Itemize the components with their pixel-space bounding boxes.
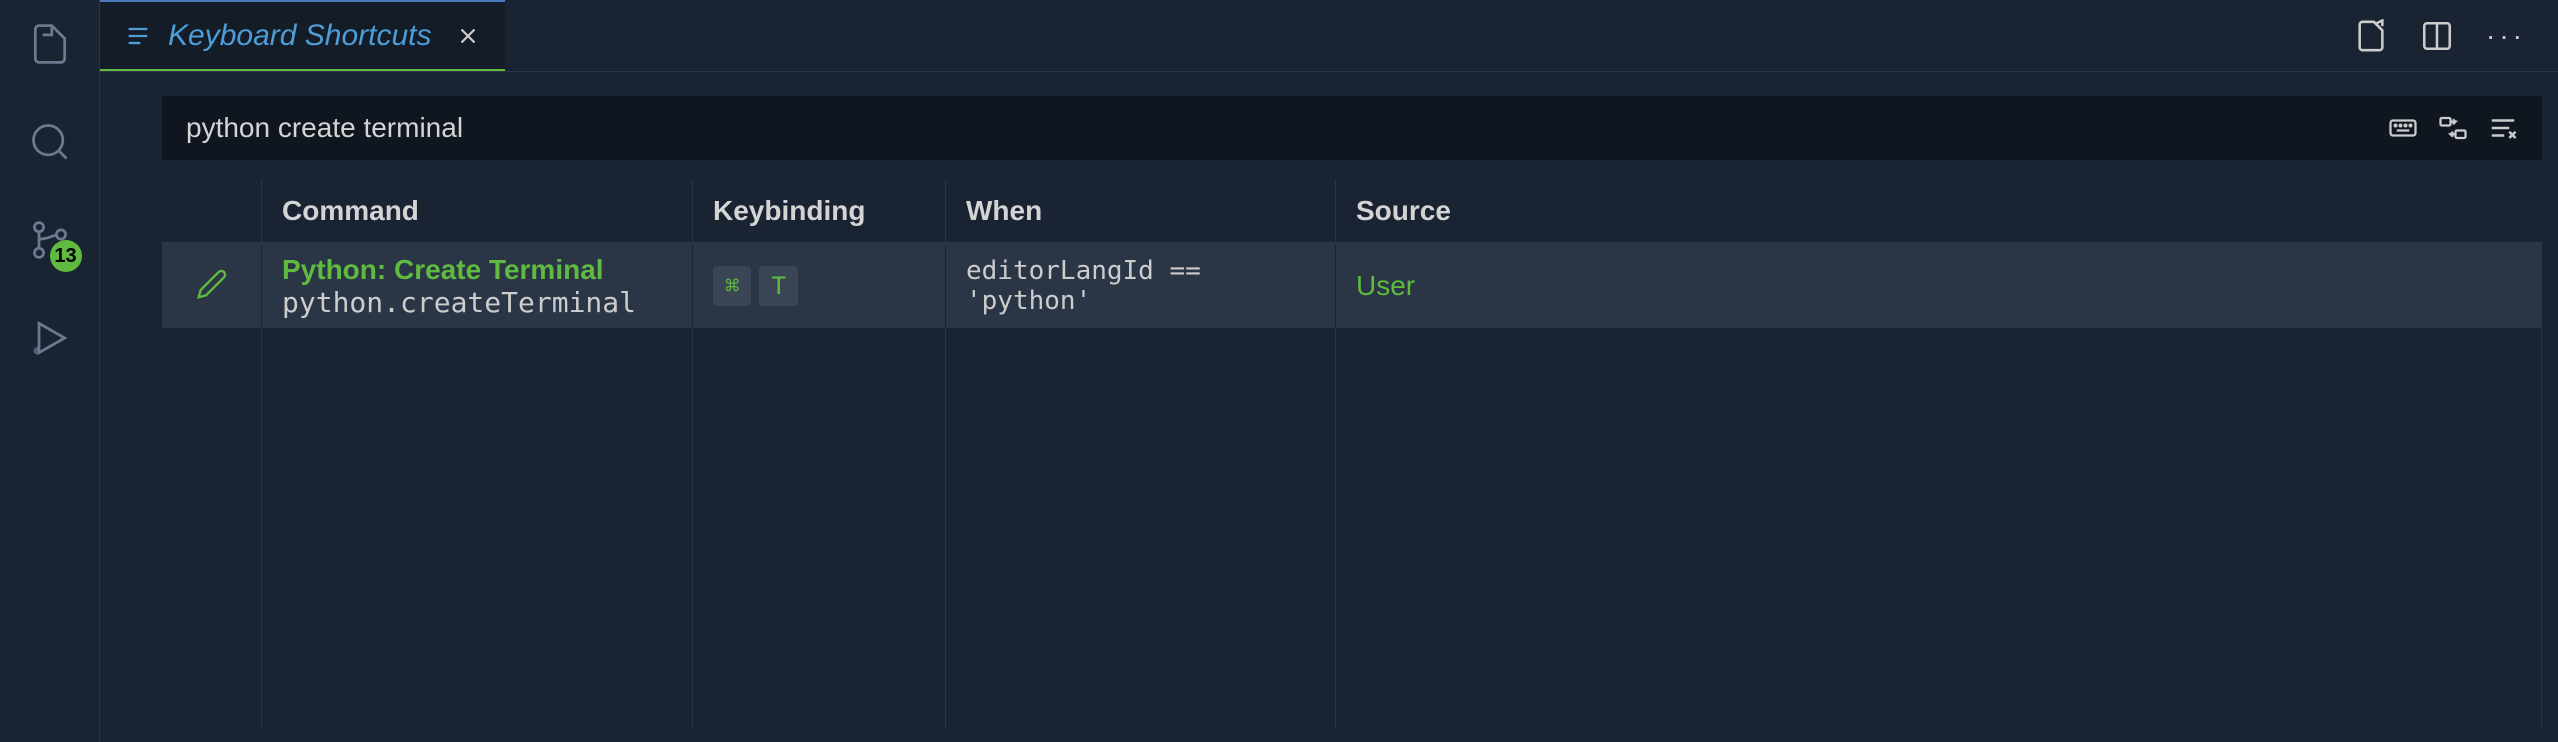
main-container: Keyboard Shortcuts [100,0,2558,742]
source-value: User [1356,270,1415,302]
header-when[interactable]: When [966,195,1042,227]
empty-area [162,328,2542,728]
close-icon[interactable] [455,23,481,49]
sort-icon[interactable] [2438,113,2468,143]
debug-icon[interactable] [26,314,74,362]
header-keybinding[interactable]: Keybinding [713,195,865,227]
command-id: python.createTerminal [282,286,692,319]
search-icon[interactable] [26,118,74,166]
clear-filter-icon[interactable] [2488,113,2518,143]
when-condition: editorLangId == 'python' [966,256,1335,316]
shortcuts-table: Command Keybinding When Source Python: C… [162,180,2542,742]
search-input[interactable] [186,112,2388,144]
keybinding-cell: ⌘ T [693,244,946,328]
table-row[interactable]: Python: Create Terminal python.createTer… [162,244,2542,328]
explorer-icon[interactable] [26,20,74,68]
command-title: Python: Create Terminal [282,254,692,286]
key: T [759,266,797,306]
header-command[interactable]: Command [282,195,419,227]
search-bar [162,96,2542,160]
tab-label: Keyboard Shortcuts [168,19,431,53]
record-keys-icon[interactable] [2388,113,2418,143]
source-control-icon[interactable]: 13 [26,216,74,264]
list-icon [124,22,152,50]
edit-icon[interactable] [196,268,228,305]
source-control-badge: 13 [50,240,82,272]
content-area: Command Keybinding When Source Python: C… [100,72,2558,742]
header-source[interactable]: Source [1356,195,1451,227]
more-actions-icon[interactable]: ··· [2486,20,2526,52]
tab-keyboard-shortcuts[interactable]: Keyboard Shortcuts [100,0,505,71]
table-header: Command Keybinding When Source [162,180,2542,244]
key: ⌘ [713,266,751,306]
split-editor-icon[interactable] [2420,19,2454,53]
tab-bar: Keyboard Shortcuts [100,0,2558,72]
activity-bar: 13 [0,0,100,742]
open-changes-icon[interactable] [2354,19,2388,53]
